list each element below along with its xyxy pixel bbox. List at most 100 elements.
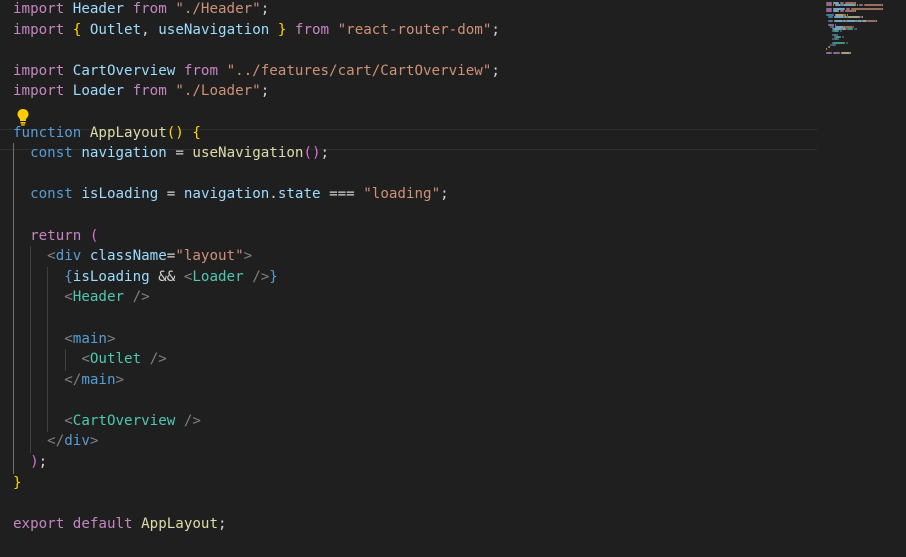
minimap-token — [838, 38, 839, 40]
code-token: isLoading — [72, 268, 150, 285]
code-token: > — [89, 433, 99, 450]
minimap-token — [828, 16, 833, 18]
minimap-token — [835, 44, 836, 46]
minimap-token — [833, 4, 834, 6]
code-line[interactable]: <CartOverview /> — [13, 410, 500, 433]
code-token: > — [106, 330, 116, 347]
code-line[interactable]: </div> — [13, 431, 500, 454]
code-line[interactable]: <Header /> — [13, 287, 500, 309]
indent-guide — [30, 266, 32, 289]
indent-guide — [30, 287, 32, 309]
code-line[interactable]: ); — [13, 452, 500, 474]
minimap-token — [840, 30, 842, 32]
minimap[interactable] — [824, 0, 906, 557]
indent-guide — [47, 410, 49, 433]
code-token: ; — [491, 21, 500, 38]
code-line[interactable] — [13, 163, 500, 186]
code-line[interactable]: import CartOverview from "../features/ca… — [13, 61, 500, 83]
code-token: ; — [260, 83, 270, 100]
minimap-token — [846, 42, 848, 44]
code-line[interactable]: </main> — [13, 369, 500, 392]
code-token: { — [192, 124, 201, 141]
indent-guide — [13, 349, 14, 371]
code-token: Header — [72, 1, 125, 17]
indent-guide — [64, 349, 66, 371]
code-line[interactable]: <div className="layout"> — [13, 246, 500, 268]
code-token: useNavigation — [192, 145, 304, 162]
minimap-token — [850, 52, 851, 54]
minimap-token — [857, 4, 858, 6]
code-token: AppLayout — [89, 124, 167, 141]
code-token: return — [30, 227, 82, 244]
code-token: , — [141, 21, 159, 38]
indent-guide — [47, 349, 49, 371]
indent-guide — [47, 287, 49, 309]
code-line[interactable] — [13, 307, 500, 330]
code-token: < — [47, 248, 56, 265]
code-token: const — [30, 186, 73, 203]
code-token: < — [64, 289, 73, 306]
indent-guide — [13, 287, 14, 309]
code-token: div — [55, 248, 82, 265]
code-token: </ — [47, 433, 65, 450]
code-token: main — [72, 330, 107, 347]
code-line[interactable]: function AppLayout() { — [13, 123, 500, 145]
code-token: default — [72, 515, 133, 532]
code-token: CartOverview — [72, 62, 176, 79]
code-line[interactable] — [13, 493, 500, 515]
code-line[interactable]: return ( — [13, 225, 500, 248]
minimap-token — [856, 28, 857, 30]
code-token: Header — [72, 289, 125, 306]
code-line[interactable]: } — [13, 473, 500, 495]
indent-guide — [47, 328, 49, 351]
minimap-token — [847, 28, 853, 30]
minimap-token — [828, 20, 833, 22]
code-line[interactable]: const isLoading = navigation.state === "… — [13, 184, 500, 206]
code-line[interactable] — [13, 40, 500, 62]
minimap-token — [855, 10, 856, 12]
code-line[interactable] — [13, 102, 500, 124]
code-token: Outlet — [89, 351, 142, 368]
code-editor[interactable]: import Header from "./Header"; import { O… — [0, 0, 906, 557]
code-token: from — [132, 83, 167, 100]
code-token: ( — [89, 227, 99, 244]
indent-guide — [13, 266, 14, 289]
code-area[interactable]: import Header from "./Header"; import { O… — [13, 0, 500, 535]
code-token: import — [13, 21, 65, 38]
code-line[interactable]: const navigation = useNavigation(); — [13, 143, 500, 165]
indent-guide — [13, 143, 14, 165]
code-line[interactable]: <Outlet /> — [13, 349, 500, 371]
code-token: /> — [149, 351, 167, 368]
code-token: import — [13, 83, 65, 100]
code-line[interactable]: import Loader from "./Loader"; — [13, 81, 500, 103]
indent-guide — [30, 369, 32, 392]
code-token: < — [64, 330, 73, 347]
code-line[interactable] — [13, 204, 500, 227]
code-line[interactable] — [13, 390, 500, 412]
code-token: CartOverview — [72, 412, 176, 429]
indent-guide — [30, 307, 32, 330]
code-line[interactable]: <main> — [13, 328, 500, 351]
code-line[interactable]: import { Outlet, useNavigation } from "r… — [13, 20, 500, 42]
code-line[interactable]: export default AppLayout; — [13, 514, 500, 536]
minimap-token — [842, 36, 844, 38]
minimap-token — [864, 4, 882, 6]
code-line[interactable]: {isLoading && <Loader />} — [13, 266, 500, 289]
code-line[interactable]: import Header from "./Header"; — [13, 0, 500, 21]
